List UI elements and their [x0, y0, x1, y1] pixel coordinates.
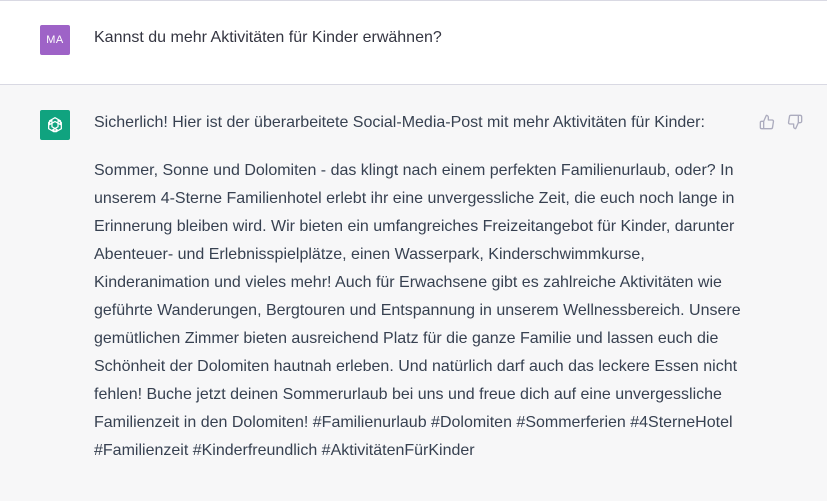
thumbs-down-icon — [787, 114, 803, 130]
thumbs-down-button[interactable] — [786, 113, 804, 131]
user-message-text: Kannst du mehr Aktivitäten für Kinder er… — [94, 29, 442, 46]
assistant-message-row: Sicherlich! Hier ist der überarbeitete S… — [0, 85, 827, 501]
assistant-avatar — [40, 110, 70, 140]
thumbs-up-icon — [759, 114, 775, 130]
user-avatar: MA — [40, 25, 70, 55]
thumbs-up-button[interactable] — [758, 113, 776, 131]
user-avatar-initials: MA — [46, 34, 64, 46]
openai-logo-icon — [48, 117, 62, 133]
assistant-intro-text: Sicherlich! Hier ist der überarbeitete S… — [94, 114, 705, 131]
assistant-body-text: Sommer, Sonne und Dolomiten - das klingt… — [94, 162, 741, 459]
assistant-message-content: Sicherlich! Hier ist der überarbeitete S… — [94, 109, 754, 465]
user-message-row: MA Kannst du mehr Aktivitäten für Kinder… — [0, 1, 827, 85]
